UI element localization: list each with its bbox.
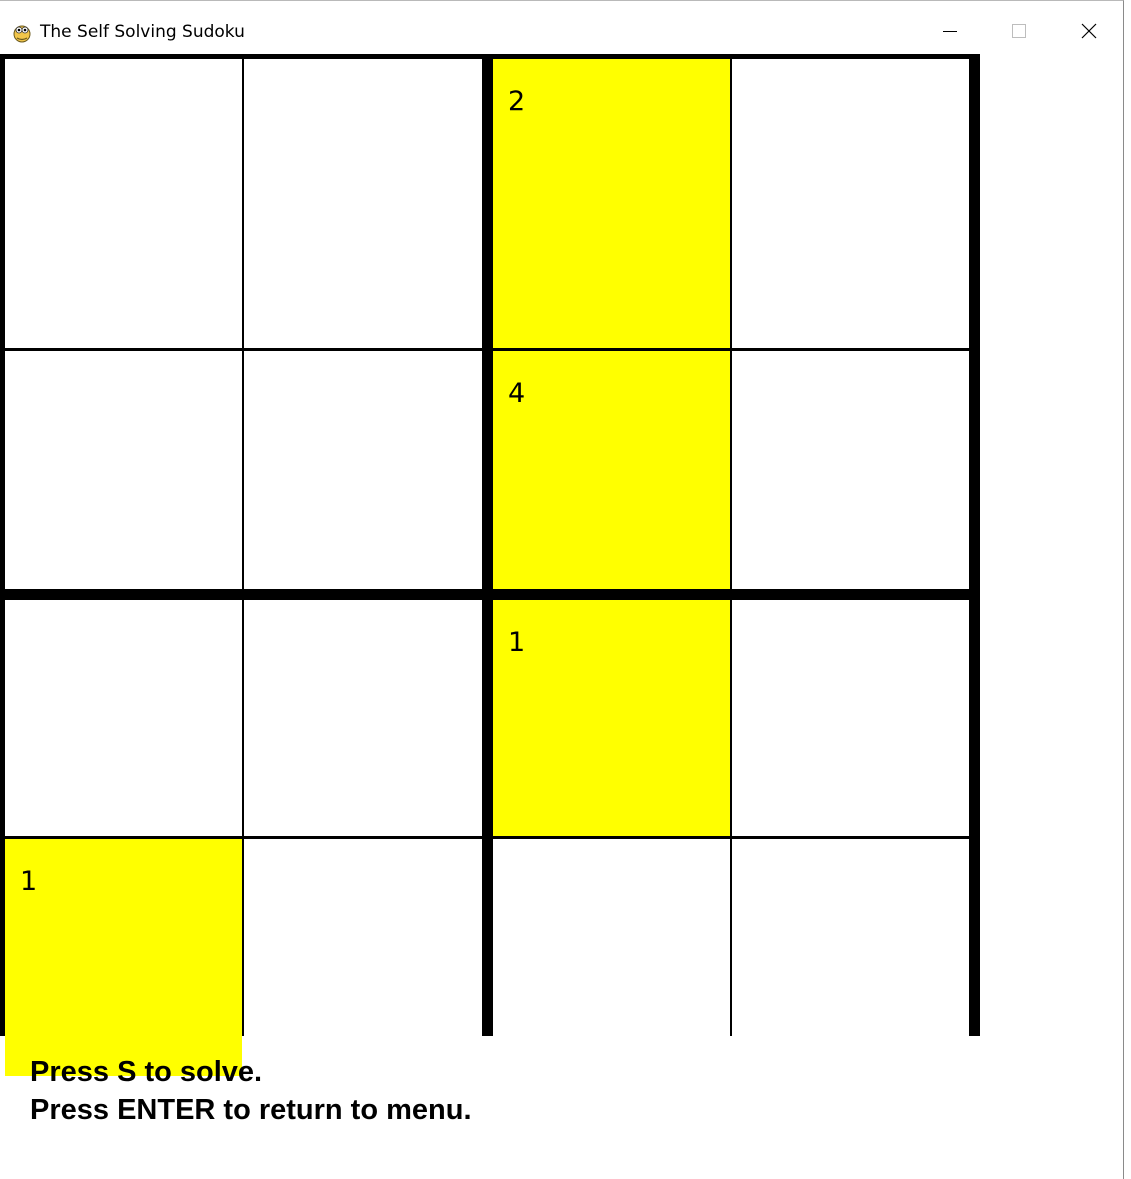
sudoku-cell-r4c3[interactable]: [493, 839, 730, 1076]
solve-instruction: Press S to solve.: [30, 1056, 263, 1088]
sudoku-cell-r2c4[interactable]: [732, 351, 969, 589]
cell-value: 2: [508, 86, 526, 117]
cell-value: 1: [508, 627, 526, 658]
maximize-button[interactable]: [984, 9, 1054, 53]
window-title: The Self Solving Sudoku: [40, 22, 245, 42]
sudoku-cell-r1c3[interactable]: 2: [493, 59, 730, 348]
app-window: The Self Solving Sudoku 2 4 1 1 Press S to …: [0, 0, 1124, 1179]
sudoku-cell-r4c1[interactable]: 1: [5, 839, 242, 1076]
sudoku-cell-r4c2[interactable]: [244, 839, 482, 1076]
sudoku-cell-r2c2[interactable]: [244, 351, 482, 589]
instructions: Press S to solve. Press ENTER to return …: [30, 1053, 472, 1129]
minimize-button[interactable]: [915, 9, 985, 53]
sudoku-cell-r4c4[interactable]: [732, 839, 969, 1076]
pygame-snake-icon: [11, 21, 33, 43]
title-bar[interactable]: The Self Solving Sudoku: [0, 9, 1123, 53]
sudoku-cell-r3c4[interactable]: [732, 600, 969, 836]
sudoku-cell-r2c3[interactable]: 4: [493, 351, 730, 589]
cell-value: 4: [508, 378, 526, 409]
menu-instruction: Press ENTER to return to menu.: [30, 1094, 472, 1126]
sudoku-cell-r3c2[interactable]: [244, 600, 482, 836]
close-button[interactable]: [1054, 9, 1124, 53]
sudoku-cell-r1c1[interactable]: [5, 59, 242, 348]
sudoku-cell-r1c2[interactable]: [244, 59, 482, 348]
sudoku-cell-r3c3[interactable]: 1: [493, 600, 730, 836]
close-icon: [1081, 23, 1097, 39]
sudoku-cell-r3c1[interactable]: [5, 600, 242, 836]
minimize-icon: [943, 31, 957, 32]
maximize-icon: [1012, 24, 1026, 38]
sudoku-cell-r2c1[interactable]: [5, 351, 242, 589]
cell-value: 1: [20, 866, 38, 897]
sudoku-cell-r1c4[interactable]: [732, 59, 969, 348]
sudoku-board: 2 4 1 1: [0, 54, 980, 1076]
